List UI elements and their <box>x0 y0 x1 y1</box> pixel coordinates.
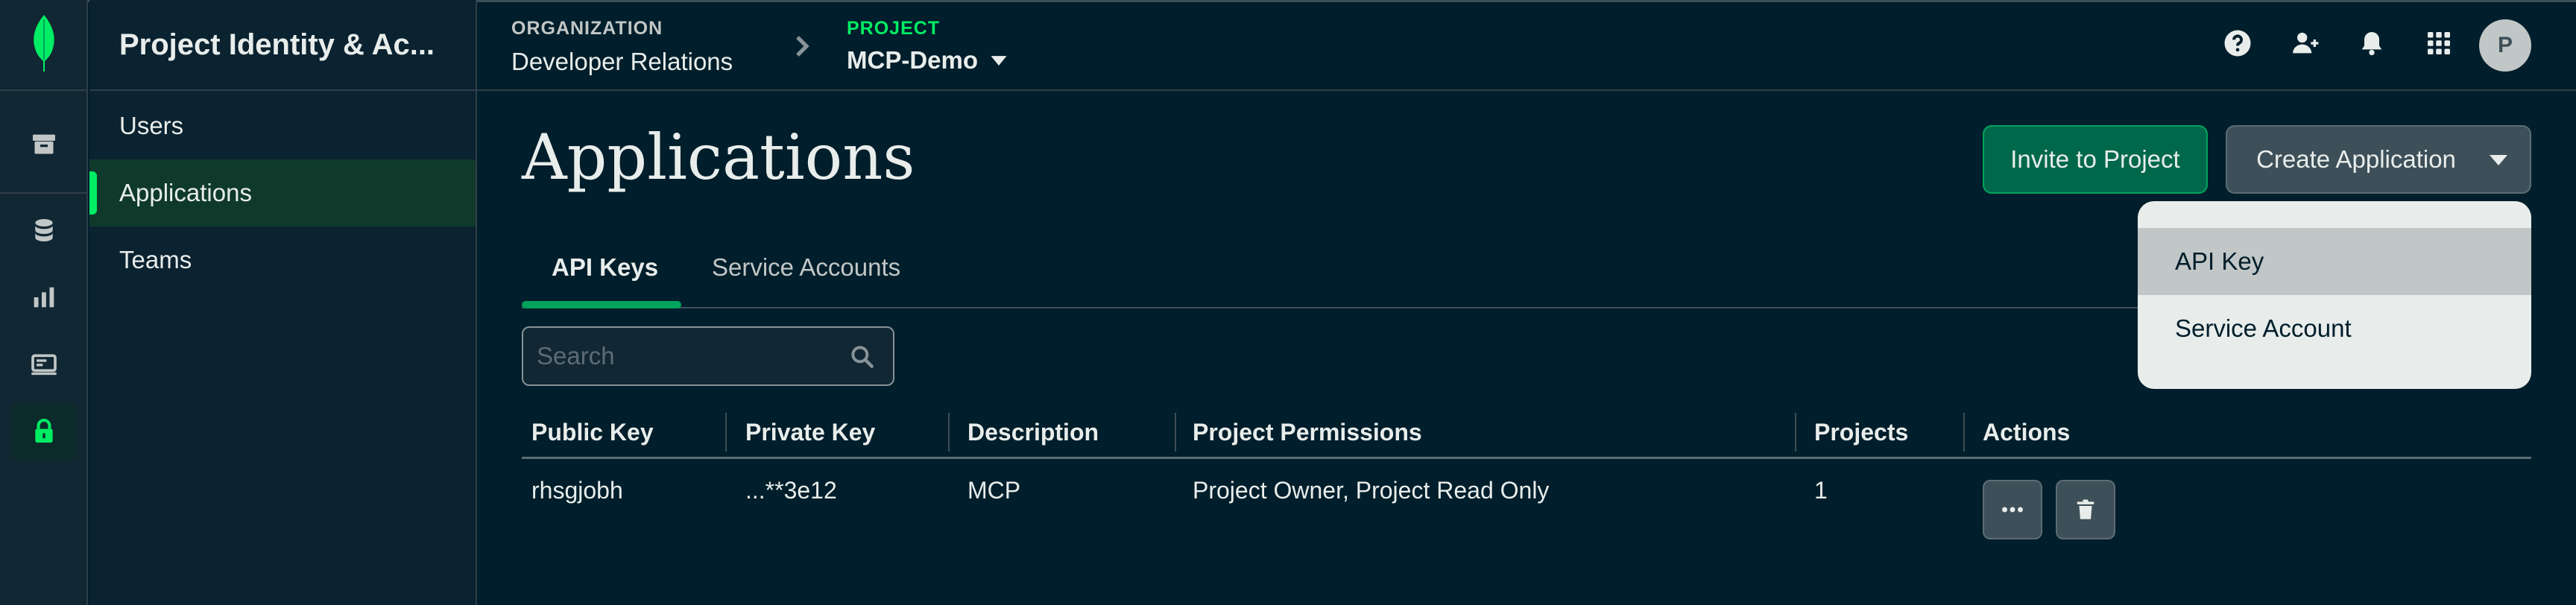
create-application-menu: API Key Service Account <box>2138 201 2531 389</box>
project-label: PROJECT <box>847 18 941 39</box>
rail-archive-button[interactable] <box>10 115 78 174</box>
rail-security-button[interactable] <box>10 402 78 460</box>
nav-item-applications[interactable]: Applications <box>89 159 476 227</box>
column-header-private-key[interactable]: Private Key <box>745 419 875 446</box>
project-selector[interactable]: MCP-Demo <box>847 46 1009 75</box>
create-application-button[interactable]: Create Application <box>2226 125 2531 194</box>
column-header-project-permissions[interactable]: Project Permissions <box>1193 419 1422 446</box>
notifications-button[interactable] <box>2354 25 2390 61</box>
menu-item-service-account[interactable]: Service Account <box>2138 295 2531 362</box>
nav-item-label: Users <box>119 112 184 139</box>
column-header-public-key[interactable]: Public Key <box>531 419 654 446</box>
avatar[interactable]: P <box>2479 19 2531 72</box>
table-row: rhsgjobh ...**3e12 MCP Project Owner, Pr… <box>522 459 2531 533</box>
org-label: ORGANIZATION <box>511 18 663 39</box>
nav-item-users[interactable]: Users <box>89 92 476 159</box>
column-divider <box>948 413 950 452</box>
nav-title: Project Identity & Ac... <box>119 28 435 61</box>
tab-service-accounts[interactable]: Service Accounts <box>712 253 900 282</box>
monitor-icon <box>31 354 57 376</box>
nav-item-teams[interactable]: Teams <box>89 227 476 294</box>
invite-user-button[interactable] <box>2287 25 2323 61</box>
lock-icon <box>35 419 53 443</box>
cell-public-key: rhsgjobh <box>531 477 623 504</box>
caret-down-icon <box>991 56 1007 66</box>
delete-button[interactable] <box>2056 480 2115 539</box>
page-title: Applications <box>522 121 915 194</box>
column-divider <box>725 413 727 452</box>
cell-project-permissions: Project Owner, Project Read Only <box>1193 477 1550 504</box>
project-name: MCP-Demo <box>847 46 979 74</box>
cell-private-key: ...**3e12 <box>745 477 837 504</box>
search-input[interactable] <box>537 342 850 370</box>
trash-icon <box>2077 499 2094 519</box>
column-header-description[interactable]: Description <box>967 419 1099 446</box>
icon-rail <box>0 0 88 605</box>
invite-button-label: Invite to Project <box>2010 145 2180 173</box>
nav-header: Project Identity & Ac... <box>89 0 476 91</box>
tab-api-keys[interactable]: API Keys <box>552 253 658 282</box>
rail-divider <box>0 192 88 194</box>
help-icon <box>2224 30 2251 57</box>
invite-to-project-button[interactable]: Invite to Project <box>1983 125 2208 194</box>
bar-chart-icon <box>34 287 54 308</box>
top-bar: ORGANIZATION Developer Relations PROJECT… <box>477 0 2576 91</box>
menu-item-label: Service Account <box>2175 314 2352 342</box>
apps-grid-icon <box>2428 32 2450 54</box>
column-divider <box>1963 413 1965 452</box>
ellipsis-icon <box>2002 507 2023 513</box>
database-icon <box>35 219 53 241</box>
column-header-actions: Actions <box>1983 419 2071 446</box>
cell-description: MCP <box>967 477 1021 504</box>
column-divider <box>1175 413 1176 452</box>
column-header-projects[interactable]: Projects <box>1814 419 1908 446</box>
chevron-right-icon <box>796 36 809 57</box>
rail-monitor-button[interactable] <box>10 335 78 393</box>
create-button-label: Create Application <box>2256 145 2456 173</box>
bell-icon <box>2361 32 2382 56</box>
rail-charts-button[interactable] <box>10 268 78 326</box>
archive-icon <box>33 134 55 154</box>
leaf-logo-icon[interactable] <box>28 13 60 73</box>
add-user-icon <box>2293 32 2319 54</box>
org-selector[interactable]: Developer Relations <box>511 48 733 76</box>
nav-item-label: Applications <box>119 179 252 206</box>
caret-down-icon <box>2490 155 2507 165</box>
more-actions-button[interactable] <box>1983 480 2042 539</box>
menu-item-api-key[interactable]: API Key <box>2138 228 2531 295</box>
apps-button[interactable] <box>2421 25 2457 61</box>
help-button[interactable] <box>2220 25 2255 61</box>
api-keys-table: Public Key Private Key Description Proje… <box>522 408 2531 533</box>
search-field[interactable] <box>522 326 894 386</box>
search-icon <box>851 346 874 368</box>
menu-item-label: API Key <box>2175 247 2264 275</box>
rail-divider <box>0 89 88 91</box>
column-divider <box>1795 413 1796 452</box>
nav-item-label: Teams <box>119 246 192 273</box>
cell-projects: 1 <box>1814 477 1828 504</box>
table-header-row: Public Key Private Key Description Proje… <box>522 408 2531 459</box>
left-nav: Project Identity & Ac... Users Applicati… <box>89 0 477 605</box>
active-tab-indicator <box>522 301 681 308</box>
app-root: Project Identity & Ac... Users Applicati… <box>0 0 2576 605</box>
rail-database-button[interactable] <box>10 201 78 259</box>
